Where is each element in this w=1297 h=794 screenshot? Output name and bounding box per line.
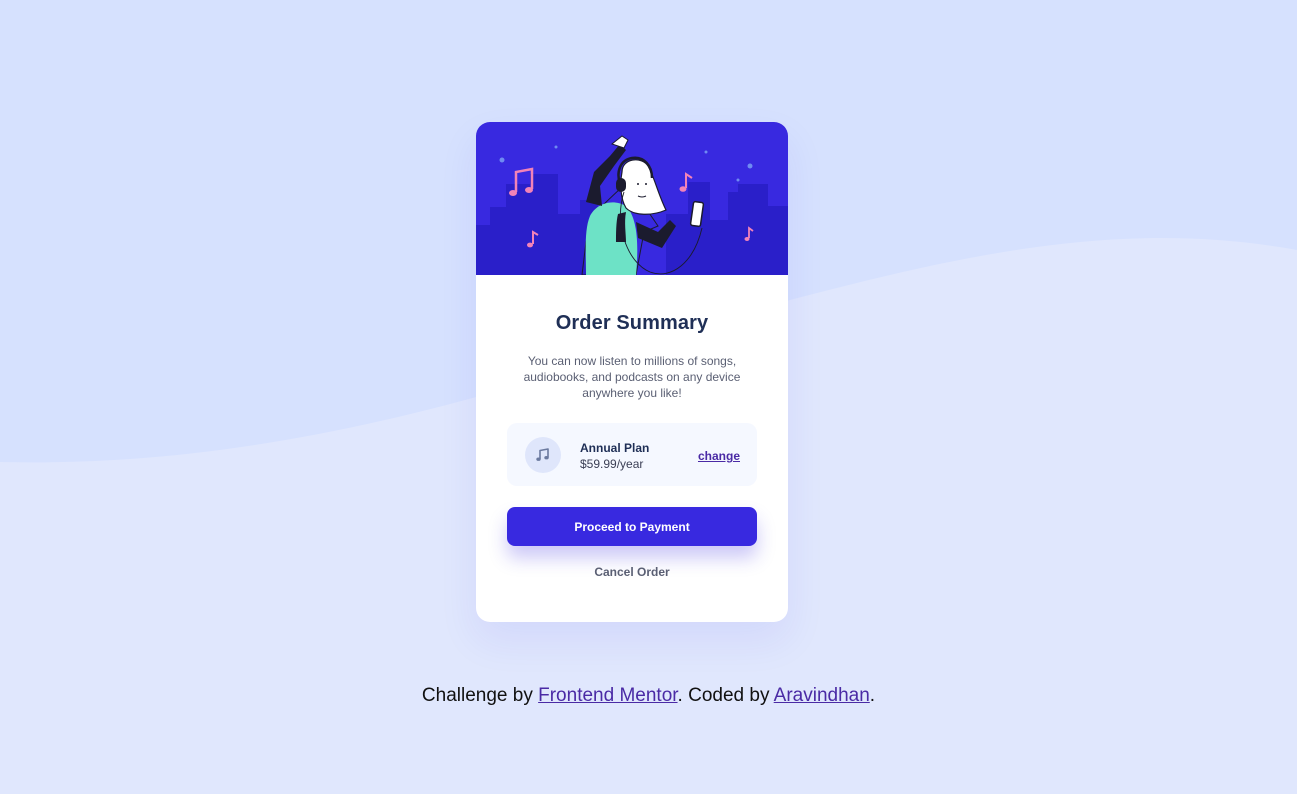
frontend-mentor-link[interactable]: Frontend Mentor (538, 685, 677, 706)
author-link[interactable]: Aravindhan (774, 685, 870, 706)
cancel-order-button[interactable]: Cancel Order (507, 563, 757, 580)
order-description: You can now listen to millions of songs,… (523, 354, 741, 400)
proceed-to-payment-button[interactable]: Proceed to Payment (507, 507, 757, 546)
attribution-prefix: Challenge by (421, 685, 539, 706)
attribution-suffix: . (869, 685, 876, 706)
hero-illustration (476, 122, 788, 275)
order-summary-title: Order Summary (555, 312, 709, 334)
plan-price: $59.99/year (580, 457, 644, 471)
attribution-footer: Challenge by Frontend Mentor. Coded by A… (0, 685, 1297, 707)
plan-summary: Annual Plan $59.99/year change (507, 423, 757, 486)
attribution-middle: . Coded by (677, 685, 774, 706)
order-summary-card: Order Summary You can now listen to mill… (476, 122, 788, 622)
change-plan-link[interactable]: change (698, 449, 740, 463)
plan-name: Annual Plan (580, 441, 650, 455)
music-note-icon (525, 437, 561, 473)
